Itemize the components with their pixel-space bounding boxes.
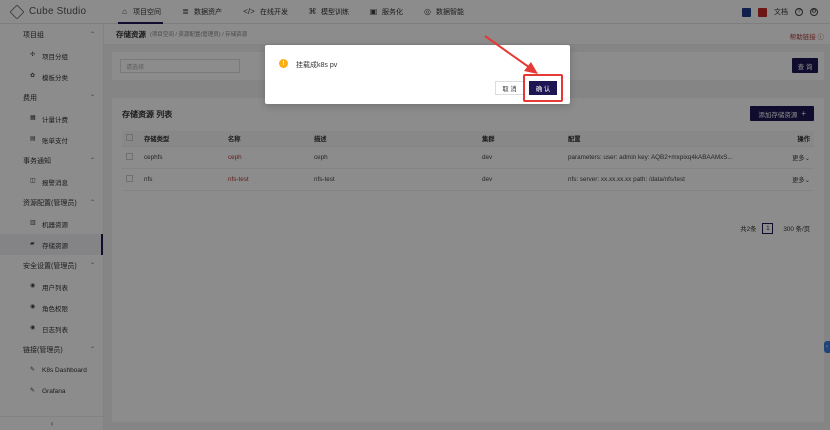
cancel-button[interactable]: 取 消: [495, 81, 524, 95]
annotation-highlight-box: [523, 74, 563, 102]
warning-icon: !: [279, 59, 288, 68]
confirm-dialog: ! 挂载成k8s pv 取 消 确 认: [265, 45, 570, 104]
dialog-message: 挂载成k8s pv: [296, 62, 338, 69]
